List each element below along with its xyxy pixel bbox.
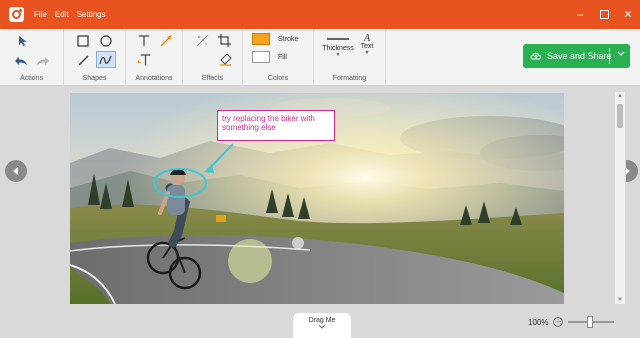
text-label: Text xyxy=(360,43,374,50)
actions-label: Actions xyxy=(20,75,43,82)
title-bar: File Edit Settings – ✕ xyxy=(0,0,640,29)
zoom-value: 100% xyxy=(528,317,549,327)
menu-edit[interactable]: Edit xyxy=(55,10,69,19)
text-tool-icon[interactable] xyxy=(134,32,154,49)
freehand-icon[interactable] xyxy=(96,51,116,68)
close-icon[interactable]: ✕ xyxy=(616,0,640,29)
rectangle-icon[interactable] xyxy=(73,32,93,49)
menu-settings[interactable]: Settings xyxy=(77,10,106,19)
chevron-down-icon: ▼ xyxy=(364,50,370,56)
line-icon[interactable] xyxy=(73,51,93,68)
zoom-slider[interactable] xyxy=(568,316,615,328)
drag-label: Drag Me xyxy=(308,317,336,324)
image-canvas[interactable]: try replacing the biker with something e… xyxy=(70,93,564,304)
text-style-dropdown[interactable]: A Text ▼ xyxy=(356,33,378,57)
zoom-out-icon[interactable]: – xyxy=(553,317,564,327)
annotation-text: try replacing the biker with something e… xyxy=(222,114,315,132)
thickness-dropdown[interactable]: Thickness ▼ xyxy=(320,35,356,58)
stroke-swatch[interactable] xyxy=(252,33,270,45)
line-thickness-icon xyxy=(327,38,349,40)
window-controls: – ✕ xyxy=(568,0,640,29)
crop-icon[interactable] xyxy=(214,32,234,49)
annotations-label: Annotations xyxy=(135,75,173,82)
scroll-down-icon[interactable]: ▼ xyxy=(615,297,625,303)
cloud-upload-icon xyxy=(530,50,542,62)
stroke-row[interactable]: Stroke xyxy=(252,33,298,45)
arrow-tool-icon[interactable] xyxy=(156,32,176,49)
button-separator xyxy=(609,48,610,64)
annotation-callout[interactable]: try replacing the biker with something e… xyxy=(217,110,335,141)
text-style-icon: A xyxy=(363,33,371,44)
fill-swatch[interactable] xyxy=(252,51,270,63)
resize-text-icon[interactable] xyxy=(134,51,154,68)
scroll-up-icon[interactable]: ▲ xyxy=(615,93,625,99)
actions-group: Actions xyxy=(0,29,64,86)
previous-image-button[interactable] xyxy=(5,160,27,182)
formatting-label: Formatting xyxy=(332,75,367,82)
annotations-group: Annotations xyxy=(126,29,183,86)
zoom-slider-thumb[interactable] xyxy=(587,316,594,328)
save-and-share-button[interactable]: Save and Share xyxy=(523,44,630,68)
formatting-group: Thickness ▼ A Text ▼ Formatting xyxy=(314,29,386,86)
fill-row[interactable]: Fill xyxy=(252,51,287,63)
chevron-down-icon[interactable] xyxy=(617,51,625,59)
undo-icon[interactable] xyxy=(11,52,31,69)
shapes-label: Shapes xyxy=(82,75,107,82)
shapes-group: Shapes xyxy=(64,29,126,86)
fill-label: Fill xyxy=(278,53,287,61)
redo-icon[interactable] xyxy=(33,52,53,69)
stroke-label: Stroke xyxy=(278,35,299,43)
maximize-icon[interactable] xyxy=(592,0,616,29)
zoom-control: 100% – + xyxy=(528,316,640,328)
colors-label: Colors xyxy=(267,75,289,82)
app-logo-icon xyxy=(9,7,24,22)
effects-group: Effects xyxy=(183,29,243,86)
minimize-icon[interactable]: – xyxy=(568,0,592,29)
eraser-icon[interactable] xyxy=(215,51,235,68)
chevron-down-icon: ▼ xyxy=(335,52,341,58)
effects-label: Effects xyxy=(201,75,224,82)
blur-icon[interactable] xyxy=(192,32,212,49)
drag-handle[interactable]: Drag Me xyxy=(293,313,351,338)
save-and-share-label: Save and Share xyxy=(547,51,612,61)
chevron-down-icon xyxy=(318,324,326,329)
chevron-left-icon xyxy=(13,167,18,175)
thickness-label: Thickness xyxy=(322,45,354,52)
colors-group: Stroke Fill Colors xyxy=(243,29,314,86)
ellipse-icon[interactable] xyxy=(96,32,116,49)
ribbon-toolbar: Actions Shapes Annotations Effects Strok… xyxy=(0,29,640,86)
menu-file[interactable]: File xyxy=(34,10,47,19)
scroll-thumb[interactable] xyxy=(617,104,623,128)
menu-bar: File Edit Settings xyxy=(34,10,106,19)
pointer-icon[interactable] xyxy=(13,32,33,49)
vertical-scrollbar[interactable]: ▲ ▼ xyxy=(614,91,626,305)
